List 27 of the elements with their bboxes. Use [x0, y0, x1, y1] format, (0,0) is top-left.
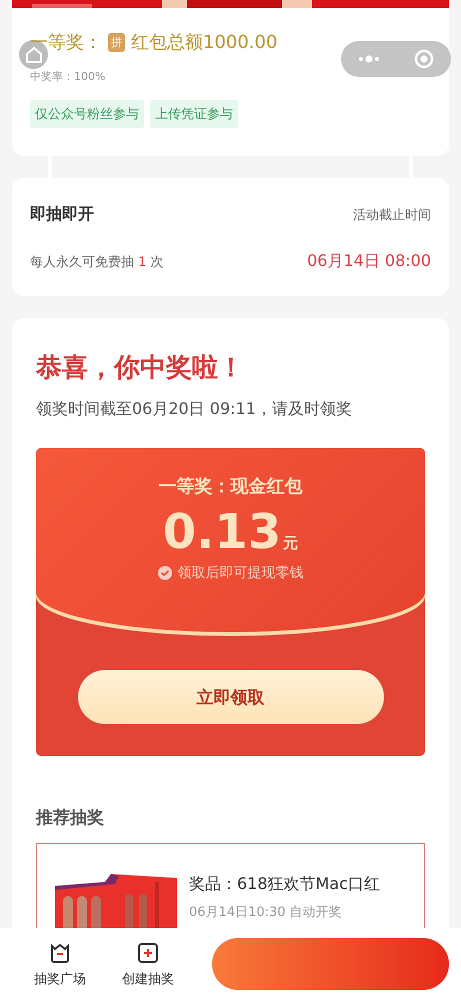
claim-deadline: 领奖时间截至06月20日 09:11，请及时领奖	[36, 399, 352, 418]
more-icon	[356, 55, 380, 63]
home-icon	[24, 44, 44, 64]
bottom-tab[interactable]: 创建抽奖	[108, 940, 188, 988]
prize-label: 一等奖：	[30, 31, 102, 54]
congrats-title: 恭喜，你中奖啦！	[36, 353, 244, 383]
claim-button[interactable]: 立即领取	[78, 670, 384, 724]
action-button[interactable]	[212, 938, 449, 990]
deadline-label: 活动截止时间	[353, 206, 431, 224]
withdraw-note: 领取后即可提现零钱	[178, 564, 304, 582]
prize-title: 奖品：618狂欢节Mac口红	[189, 874, 380, 895]
add-icon	[136, 940, 160, 964]
bottom-tab[interactable]: 抽奖广场	[20, 940, 100, 988]
win-rate: 中奖率：100%	[30, 70, 106, 83]
prize-text: 红包总额1000.00	[131, 31, 278, 54]
currency-unit: 元	[283, 534, 298, 553]
draw-time: 06月14日10:30 自动开奖	[189, 904, 343, 921]
prize-amount: 0.13	[162, 504, 282, 560]
rules-title: 即抽即开	[30, 204, 94, 225]
prize-name: 一等奖：现金红包	[158, 475, 302, 498]
tag: 仅公众号粉丝参与	[30, 100, 144, 128]
deadline-time: 06月14日 08:00	[307, 251, 431, 272]
tag: 上传凭证参与	[150, 100, 238, 128]
limit-text: 每人永久可免费抽 1 次	[30, 254, 164, 270]
close-icon	[414, 49, 434, 69]
prize-badge: 拼	[108, 32, 125, 52]
section-title: 推荐抽奖	[36, 808, 104, 828]
